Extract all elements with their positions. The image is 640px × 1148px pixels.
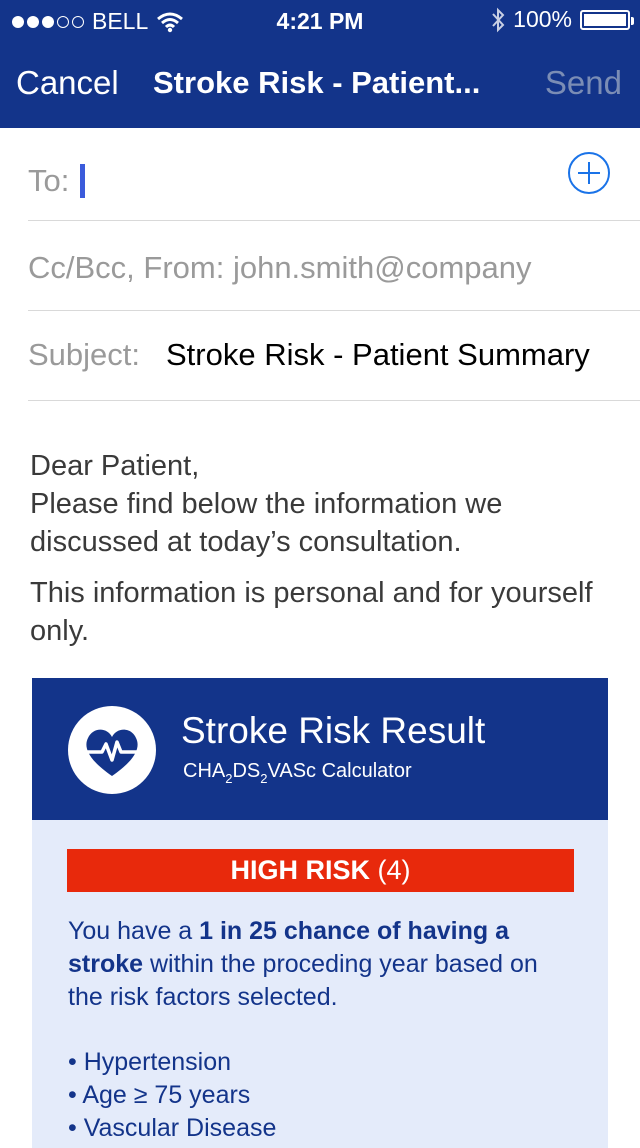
card-subtitle: CHA2DS2VASc Calculator — [183, 760, 412, 786]
to-field[interactable]: To: — [28, 130, 640, 221]
risk-label: HIGH RISK — [230, 855, 370, 885]
summary-prefix: You have a — [68, 917, 200, 945]
risk-summary: You have a 1 in 25 chance of having a st… — [68, 915, 568, 1014]
risk-factor-text: Age ≥ 75 years — [82, 1081, 251, 1109]
body-line-1: Please find below the information we dis… — [30, 488, 503, 558]
subject-value[interactable]: Stroke Risk - Patient Summary — [166, 337, 590, 373]
risk-factor-text: Vascular Disease — [83, 1114, 277, 1142]
cc-bcc-field[interactable]: Cc/Bcc, From: john.smith@company — [28, 220, 640, 311]
subtitle-part: DS — [232, 760, 261, 782]
cancel-button[interactable]: Cancel — [16, 64, 119, 102]
header: BELL 4:21 PM 100% Cancel Stroke Risk - P… — [0, 0, 640, 128]
to-label: To: — [28, 163, 70, 198]
subject-label: Subject: — [28, 337, 141, 372]
result-card-header: Stroke Risk Result CHA2DS2VASc Calculato… — [32, 678, 608, 820]
subtitle-part: CHA — [183, 760, 226, 782]
risk-factor-item: • Age ≥ 75 years — [68, 1081, 251, 1109]
subject-field[interactable]: Subject: Stroke Risk - Patient Summary — [28, 310, 640, 401]
text-cursor — [80, 164, 85, 198]
body-line-2: This information is personal and for you… — [30, 577, 593, 647]
risk-badge: HIGH RISK (4) — [67, 849, 574, 892]
cc-bcc-label: Cc/Bcc, From: john.smith@company — [28, 250, 532, 285]
status-right: 100% — [491, 6, 634, 33]
message-body[interactable]: Dear Patient, Please find below the info… — [30, 447, 600, 650]
heart-icon — [68, 706, 156, 794]
risk-factor-item: • Vascular Disease — [68, 1114, 277, 1142]
risk-factor-text: Hypertension — [83, 1048, 232, 1076]
subscript: 2 — [260, 771, 268, 786]
nav-bar: Cancel Stroke Risk - Patient... Send — [0, 40, 640, 128]
risk-factor-item: • Hypertension — [68, 1048, 232, 1076]
subtitle-part: VASc Calculator — [267, 760, 412, 782]
status-bar: BELL 4:21 PM 100% — [0, 0, 640, 40]
battery-icon — [580, 9, 634, 30]
result-card: Stroke Risk Result CHA2DS2VASc Calculato… — [32, 678, 608, 1148]
send-button[interactable]: Send — [545, 64, 622, 102]
risk-factors-list: • Hypertension • Age ≥ 75 years • Vascul… — [68, 1046, 276, 1145]
bluetooth-icon — [492, 7, 505, 32]
add-contact-icon[interactable] — [568, 152, 610, 194]
risk-score: (4) — [377, 855, 411, 885]
page-title: Stroke Risk - Patient... — [153, 65, 481, 100]
card-title: Stroke Risk Result — [181, 710, 486, 751]
battery-percent: 100% — [513, 6, 572, 32]
greeting: Dear Patient, — [30, 450, 200, 482]
